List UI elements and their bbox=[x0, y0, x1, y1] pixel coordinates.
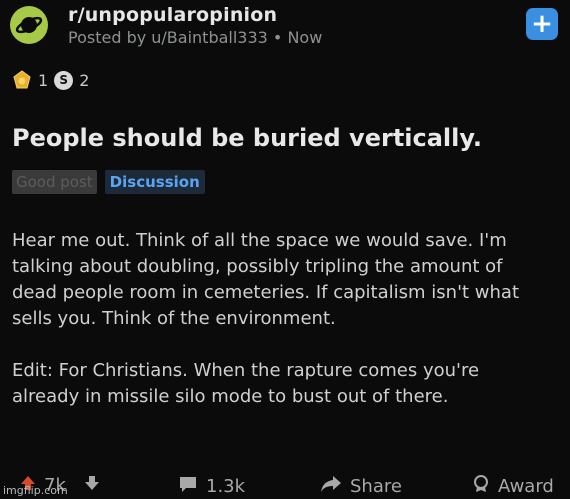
comment-icon bbox=[178, 475, 198, 498]
gold-award-count: 1 bbox=[38, 70, 49, 90]
award-label: Award bbox=[498, 476, 554, 497]
share-icon bbox=[320, 475, 342, 498]
watermark: imgflip.com bbox=[3, 484, 68, 497]
post-body: Hear me out. Think of all the space we w… bbox=[12, 228, 552, 410]
share-label: Share bbox=[350, 476, 402, 497]
planet-icon[interactable] bbox=[10, 6, 48, 44]
subreddit-name[interactable]: r/unpopularopinion bbox=[68, 4, 277, 26]
join-button[interactable]: + bbox=[526, 8, 558, 40]
posted-by: Posted by u/Baintball333 • Now bbox=[68, 28, 323, 47]
comments-button[interactable]: 1.3k bbox=[178, 475, 245, 498]
awards-row[interactable]: 1 S 2 bbox=[12, 68, 89, 92]
flair-row: Good post Discussion bbox=[12, 170, 205, 194]
comment-count: 1.3k bbox=[206, 476, 246, 497]
silver-award-count: 2 bbox=[79, 70, 90, 90]
plus-icon: + bbox=[531, 9, 553, 39]
flair-discussion[interactable]: Discussion bbox=[104, 170, 205, 194]
post-body-paragraph: Hear me out. Think of all the space we w… bbox=[12, 230, 520, 329]
post-body-edit: Edit: For Christians. When the rapture c… bbox=[12, 360, 480, 407]
post-header: r/unpopularopinion Posted by u/Baintball… bbox=[10, 4, 562, 50]
flair-good-post[interactable]: Good post bbox=[12, 170, 97, 194]
downvote-icon[interactable] bbox=[84, 475, 100, 496]
award-icon bbox=[472, 475, 490, 498]
silver-award-icon: S bbox=[54, 70, 74, 90]
post-title: People should be buried vertically. bbox=[12, 124, 482, 152]
action-bar: 7k 1.3k Share Award bbox=[0, 472, 570, 499]
share-button[interactable]: Share bbox=[320, 475, 402, 498]
award-button[interactable]: Award bbox=[472, 475, 554, 498]
gold-award-icon bbox=[12, 70, 32, 90]
